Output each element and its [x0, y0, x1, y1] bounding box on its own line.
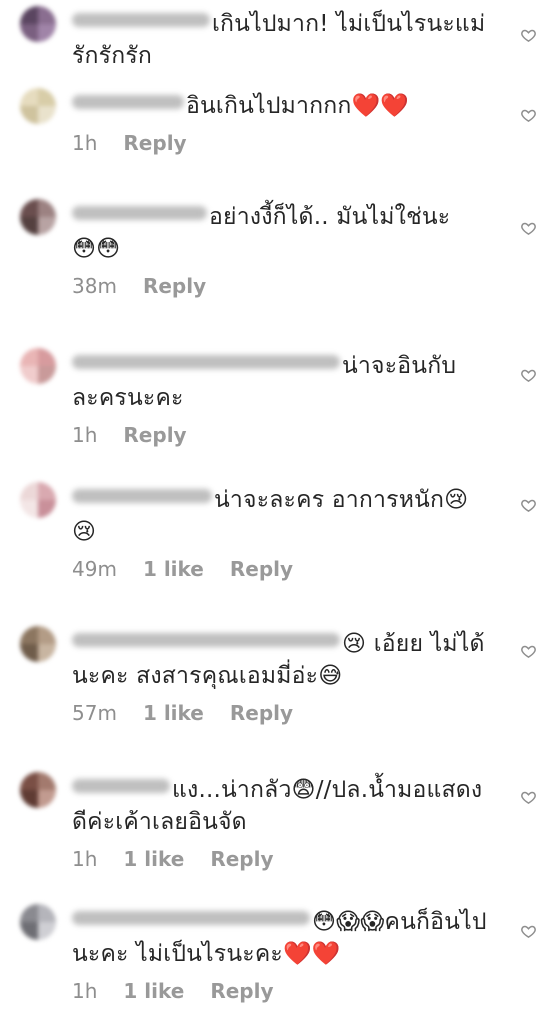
likes-count[interactable]: 1 like [143, 701, 204, 725]
avatar-pixel [38, 482, 56, 500]
comment-body: 😳😱😱คนก็อินไปนะคะ ไม่เป็นไรนะคะ❤️❤️ 1h 1 l… [72, 906, 504, 1004]
comment-meta: 1h Reply [72, 422, 504, 448]
heart-outline-icon[interactable] [521, 644, 536, 659]
comment-body: แง...น่ากลัว😨//ปล.น้ำมอแสดงดีค่ะเค้าเลยอ… [72, 774, 504, 872]
comment-time: 1h [72, 423, 98, 447]
comment-time: 57m [72, 701, 117, 725]
comment-meta: 1h Reply [72, 130, 504, 156]
avatar-pixel [38, 106, 56, 124]
heart-outline-icon[interactable] [521, 924, 536, 939]
avatar-pixel [20, 626, 38, 644]
reply-button[interactable]: Reply [123, 131, 186, 155]
comment-time: 49m [72, 557, 117, 581]
comment-body: เกินไปมาก! ไม่เป็นไรนะแม่ รักรักรัก [72, 8, 504, 72]
reply-button[interactable]: Reply [123, 423, 186, 447]
avatar-pixel [20, 922, 38, 940]
comment-text-line: อย่างงี้ก็ได้.. มันไม่ใช่นะ😳😳 [72, 201, 452, 265]
avatar-pixel [38, 904, 56, 922]
comment-time: 38m [72, 274, 117, 298]
likes-count[interactable]: 1 like [123, 979, 184, 1003]
avatar-pixel [20, 199, 38, 217]
avatar-pixel [38, 217, 56, 235]
username[interactable] [72, 633, 340, 647]
avatar[interactable] [20, 88, 56, 124]
heart-outline-icon[interactable] [521, 108, 536, 123]
heart-outline-icon[interactable] [521, 221, 536, 236]
comment-text: อินเกินไปมากกก❤️❤️ [186, 93, 410, 119]
comment-text-line: 😢 เอ้ยย ไม่ได้นะคะ สงสารคุณเอมมี่อ่ะ😅 [72, 628, 492, 692]
avatar[interactable] [20, 6, 56, 42]
heart-outline-icon[interactable] [521, 28, 536, 43]
avatar-pixel [20, 790, 38, 808]
comment-body: น่าจะละคร อาการหนัก😢😢 49m 1 like Reply [72, 484, 504, 582]
reply-button[interactable]: Reply [210, 979, 273, 1003]
username[interactable] [72, 779, 170, 793]
comment-body: อย่างงี้ก็ได้.. มันไม่ใช่นะ😳😳 38m Reply [72, 201, 504, 299]
username[interactable] [72, 206, 207, 220]
reply-button[interactable]: Reply [230, 557, 293, 581]
avatar-pixel [38, 88, 56, 106]
username[interactable] [72, 911, 310, 925]
comment-meta: 1h 1 like Reply [72, 846, 504, 872]
avatar-pixel [38, 348, 56, 366]
comment-text-line: แง...น่ากลัว😨//ปล.น้ำมอแสดงดีค่ะเค้าเลยอ… [72, 774, 492, 838]
comment-meta: 49m 1 like Reply [72, 556, 504, 582]
comment-body: 😢 เอ้ยย ไม่ได้นะคะ สงสารคุณเอมมี่อ่ะ😅 57… [72, 628, 504, 726]
comment-text-line: อินเกินไปมากกก❤️❤️ [72, 90, 504, 122]
avatar[interactable] [20, 348, 56, 384]
avatar-pixel [38, 626, 56, 644]
avatar-pixel [20, 482, 38, 500]
username[interactable] [72, 355, 340, 369]
comment-time: 1h [72, 979, 98, 1003]
avatar[interactable] [20, 626, 56, 662]
avatar-pixel [20, 24, 38, 42]
avatar-pixel [38, 6, 56, 24]
comments-list: เกินไปมาก! ไม่เป็นไรนะแม่ รักรักรัก อินเ… [0, 0, 560, 1024]
avatar[interactable] [20, 482, 56, 518]
comment-meta: 38m Reply [72, 273, 504, 299]
avatar[interactable] [20, 904, 56, 940]
avatar-pixel [38, 199, 56, 217]
comment-text-line: น่าจะอินกับละครนะคะ [72, 350, 482, 414]
comment-meta: 1h 1 like Reply [72, 978, 504, 1004]
avatar[interactable] [20, 199, 56, 235]
reply-button[interactable]: Reply [230, 701, 293, 725]
comment-text-line: น่าจะละคร อาการหนัก😢😢 [72, 484, 492, 548]
avatar-pixel [38, 922, 56, 940]
avatar-pixel [20, 772, 38, 790]
avatar-pixel [38, 366, 56, 384]
username[interactable] [72, 489, 212, 503]
avatar-pixel [38, 500, 56, 518]
avatar-pixel [20, 904, 38, 922]
avatar-pixel [38, 772, 56, 790]
comment-meta: 57m 1 like Reply [72, 700, 504, 726]
comment-body: อินเกินไปมากกก❤️❤️ 1h Reply [72, 90, 504, 156]
avatar[interactable] [20, 772, 56, 808]
likes-count[interactable]: 1 like [123, 847, 184, 871]
username[interactable] [72, 13, 210, 27]
comment-body: น่าจะอินกับละครนะคะ 1h Reply [72, 350, 504, 448]
avatar-pixel [20, 217, 38, 235]
username[interactable] [72, 95, 184, 109]
avatar-pixel [20, 644, 38, 662]
heart-outline-icon[interactable] [521, 790, 536, 805]
heart-outline-icon[interactable] [521, 498, 536, 513]
heart-outline-icon[interactable] [521, 368, 536, 383]
avatar-pixel [38, 644, 56, 662]
reply-button[interactable]: Reply [143, 274, 206, 298]
likes-count[interactable]: 1 like [143, 557, 204, 581]
avatar-pixel [38, 24, 56, 42]
comment-text-line: 😳😱😱คนก็อินไปนะคะ ไม่เป็นไรนะคะ❤️❤️ [72, 906, 492, 970]
avatar-pixel [20, 88, 38, 106]
comment-text-line: เกินไปมาก! ไม่เป็นไรนะแม่ รักรักรัก [72, 8, 504, 72]
avatar-pixel [20, 6, 38, 24]
avatar-pixel [38, 790, 56, 808]
avatar-pixel [20, 348, 38, 366]
reply-button[interactable]: Reply [210, 847, 273, 871]
comment-time: 1h [72, 131, 98, 155]
avatar-pixel [20, 366, 38, 384]
comment-time: 1h [72, 847, 98, 871]
avatar-pixel [20, 500, 38, 518]
avatar-pixel [20, 106, 38, 124]
